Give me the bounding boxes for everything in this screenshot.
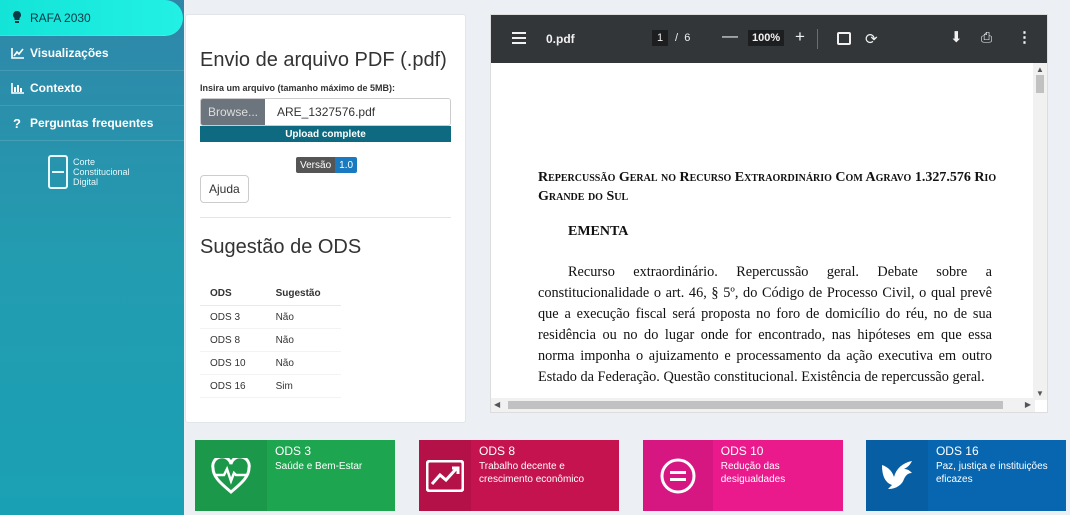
help-button[interactable]: Ajuda xyxy=(200,175,249,203)
card-title: ODS 8 xyxy=(479,444,516,458)
document-paragraph: Recurso extraordinário. Repercussão gera… xyxy=(538,264,992,385)
toolbar-separator xyxy=(817,29,818,49)
upload-panel: Envio de arquivo PDF (.pdf) Insira um ar… xyxy=(185,14,466,423)
logo-line: Corte xyxy=(73,157,96,167)
card-subtitle: Paz, justiça e instituições eficazes xyxy=(935,461,1048,485)
table-cell: Sim xyxy=(265,374,341,398)
upload-label: Insira um arquivo (tamanho máximo de 5MB… xyxy=(200,83,396,93)
upload-title: Envio de arquivo PDF (.pdf) xyxy=(200,49,447,71)
total-pages: 6 xyxy=(684,32,691,44)
sidebar-item-rafa-2030[interactable]: RAFA 2030 xyxy=(0,0,183,36)
equals-icon xyxy=(643,440,713,511)
pdf-viewer: 0.pdf 1 / 6 — 100% + ⟳ ⬇ ⎙ ⋮ Repercussão… xyxy=(490,14,1048,413)
table-cell: ODS 16 xyxy=(200,374,266,398)
heart-pulse-icon xyxy=(195,440,267,511)
card-title: ODS 10 xyxy=(720,444,764,458)
sidebar-item-label: RAFA 2030 xyxy=(30,10,91,25)
card-title: ODS 3 xyxy=(275,444,312,458)
more-options-icon[interactable]: ⋮ xyxy=(1017,28,1032,46)
sidebar-item-label: Visualizações xyxy=(30,46,109,60)
zoom-input[interactable]: 100% xyxy=(748,30,785,46)
table-header: Sugestão xyxy=(265,284,341,306)
table-cell: ODS 8 xyxy=(200,328,266,352)
table-cell: ODS 10 xyxy=(200,351,266,375)
scroll-right-icon[interactable]: ▶ xyxy=(1025,400,1031,409)
version-badge: Versão 1.0 xyxy=(296,157,358,173)
progress-text: Upload complete xyxy=(285,128,366,140)
logo-line: Digital xyxy=(73,177,99,187)
question-icon: ? xyxy=(13,115,21,131)
menu-icon[interactable] xyxy=(512,32,526,47)
lightbulb-icon xyxy=(10,11,24,25)
logo-line: Constitucional xyxy=(73,167,130,177)
suggestion-table: ODS Sugestão ODS 3 Não ODS 8 Não ODS 10 … xyxy=(200,284,341,398)
sidebar-item-perguntas-frequentes[interactable]: ? Perguntas frequentes xyxy=(0,106,184,141)
zoom-in-icon[interactable]: + xyxy=(795,27,805,47)
divider xyxy=(200,217,451,218)
horizontal-scrollbar[interactable]: ◀ ▶ xyxy=(491,398,1035,412)
sidebar-item-visualizacoes[interactable]: Visualizações xyxy=(0,36,184,71)
section-heading: EMENTA xyxy=(568,224,629,239)
tablet-icon xyxy=(48,155,68,189)
table-header: ODS xyxy=(200,284,266,306)
table-row: ODS 16 Sim xyxy=(200,374,341,398)
page-count: / 6 xyxy=(675,32,690,44)
fit-page-icon[interactable] xyxy=(837,32,851,45)
sidebar-item-label: Contexto xyxy=(30,81,82,95)
pdf-toolbar: 0.pdf 1 / 6 — 100% + ⟳ ⬇ ⎙ ⋮ xyxy=(491,15,1047,63)
page-separator: / xyxy=(675,32,679,44)
page-number-input[interactable]: 1 xyxy=(652,30,669,46)
card-subtitle: Redução das desigualdades xyxy=(720,461,786,485)
scroll-down-icon[interactable]: ▼ xyxy=(1036,389,1044,398)
table-row: ODS 3 Não xyxy=(200,305,341,329)
browse-button[interactable]: Browse... xyxy=(201,99,265,125)
line-chart-icon xyxy=(10,46,24,60)
table-row: ODS 10 Não xyxy=(200,351,341,375)
card-subtitle: Saúde e Bem-Estar xyxy=(275,461,363,472)
bar-chart-icon xyxy=(10,81,24,95)
version-label: Versão xyxy=(296,157,336,173)
table-cell: Não xyxy=(265,328,341,352)
sidebar: RAFA 2030 Visualizações Contexto ? Pergu… xyxy=(0,0,184,515)
sidebar-item-label: Perguntas frequentes xyxy=(30,116,154,130)
scroll-thumb[interactable] xyxy=(508,401,1003,409)
growth-chart-icon xyxy=(419,440,472,511)
scroll-left-icon[interactable]: ◀ xyxy=(494,400,500,409)
ods-card-10: ODS 10 Redução das desigualdades xyxy=(643,440,843,511)
upload-progress-bar: Upload complete xyxy=(200,126,451,142)
ods-card-8: ODS 8 Trabalho decente e crescimento eco… xyxy=(419,440,619,511)
card-subtitle: Trabalho decente e crescimento econômico xyxy=(479,461,585,485)
document-title: Repercussão Geral no Recurso Extraordiná… xyxy=(538,170,997,204)
zoom-out-icon[interactable]: — xyxy=(722,28,738,46)
print-icon[interactable]: ⎙ xyxy=(981,29,992,46)
scroll-thumb[interactable] xyxy=(1036,75,1044,93)
card-title: ODS 16 xyxy=(935,444,979,458)
rotate-icon[interactable]: ⟳ xyxy=(865,30,878,48)
sidebar-item-contexto[interactable]: Contexto xyxy=(0,71,184,106)
pdf-filename: 0.pdf xyxy=(546,32,575,46)
table-cell: ODS 3 xyxy=(200,305,266,329)
scroll-up-icon[interactable]: ▲ xyxy=(1036,65,1044,74)
file-name: ARE_1327576.pdf xyxy=(265,99,450,125)
ods-card-16: ODS 16 Paz, justiça e instituições efica… xyxy=(866,440,1066,511)
table-cell: Não xyxy=(265,305,341,329)
download-icon[interactable]: ⬇ xyxy=(950,28,963,46)
ods-card-3: ODS 3 Saúde e Bem-Estar xyxy=(195,440,395,511)
table-row: ODS 8 Não xyxy=(200,328,341,352)
pdf-page: Repercussão Geral no Recurso Extraordiná… xyxy=(491,63,1035,400)
vertical-scrollbar[interactable]: ▲ ▼ xyxy=(1033,63,1047,400)
version-value: 1.0 xyxy=(335,157,358,173)
table-cell: Não xyxy=(265,351,341,375)
suggestion-title: Sugestão de ODS xyxy=(200,236,362,258)
corte-constitucional-logo: Corte Constitucional Digital xyxy=(0,141,184,189)
file-input[interactable]: Browse... ARE_1327576.pdf xyxy=(200,98,451,126)
dove-icon xyxy=(866,440,928,511)
